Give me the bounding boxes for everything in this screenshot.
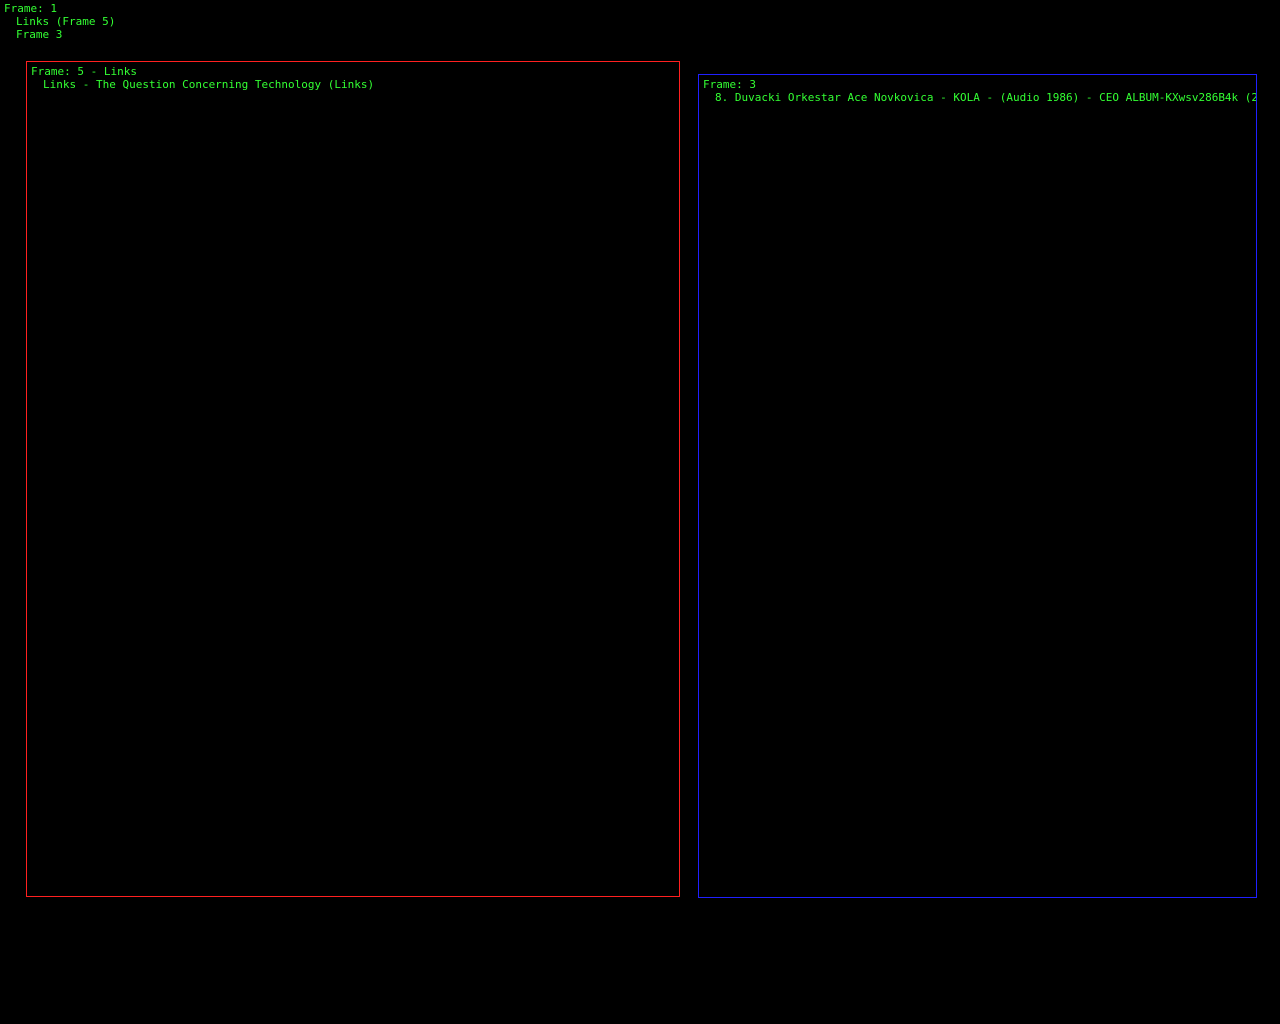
frame-3-title: Frame: 3 bbox=[703, 78, 756, 91]
outline-root-label: Frame: 1 bbox=[4, 2, 57, 15]
frame-5-title: Frame: 5 - Links bbox=[31, 65, 137, 78]
outline-item-links-frame5[interactable]: Links (Frame 5) bbox=[16, 15, 115, 28]
frame-5-panel: Frame: 5 - Links Links - The Question Co… bbox=[26, 61, 680, 897]
outline-item-frame3[interactable]: Frame 3 bbox=[16, 28, 62, 41]
frame-3-list-item[interactable]: 8. Duvacki Orkestar Ace Novkovica - KOLA… bbox=[715, 91, 1256, 104]
frame-5-link-item[interactable]: Links - The Question Concerning Technolo… bbox=[43, 78, 374, 91]
frame-3-panel: Frame: 3 8. Duvacki Orkestar Ace Novkovi… bbox=[698, 74, 1257, 898]
